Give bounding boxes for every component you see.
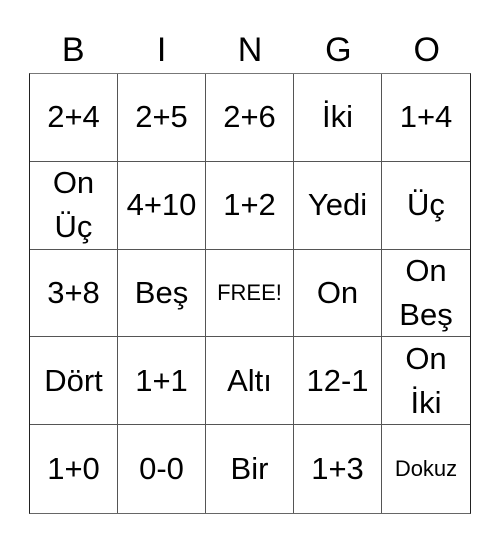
- cell-text: 2+4: [47, 99, 100, 135]
- bingo-cell: On: [294, 249, 382, 338]
- bingo-cell: On İki: [382, 337, 470, 426]
- cell-text: 12-1: [306, 362, 369, 398]
- bingo-cell: 1+1: [118, 337, 206, 426]
- bingo-cell: Dokuz: [382, 425, 470, 513]
- cell-text: Yedi: [307, 187, 368, 223]
- cell-text: On Beş: [399, 252, 453, 332]
- bingo-cell: Altı: [206, 337, 294, 426]
- cell-text: FREE!: [217, 280, 282, 306]
- cell-text: 1+0: [47, 451, 100, 487]
- bingo-cell: 1+2: [206, 161, 294, 250]
- cell-text: On İki: [405, 340, 447, 420]
- cell-text: Dört: [44, 362, 103, 398]
- cell-text: 1+3: [311, 451, 364, 487]
- bingo-cell: 2+6: [206, 74, 294, 162]
- bingo-cell: İki: [294, 74, 382, 162]
- cell-text: 0-0: [139, 451, 184, 487]
- cell-text: On Üç: [52, 165, 95, 245]
- bingo-cell: Beş: [118, 249, 206, 338]
- bingo-cell: Dört: [30, 337, 118, 426]
- bingo-cell: 2+5: [118, 74, 206, 162]
- bingo-grid: 2+4 2+5 2+6 İki 1+4 On Üç 4+10 1+2 Yedi …: [29, 73, 471, 514]
- bingo-cell: On Beş: [382, 250, 470, 338]
- bingo-cell: On Üç: [30, 161, 118, 250]
- cell-text: 1+1: [135, 362, 188, 398]
- bingo-cell: 3+8: [30, 249, 118, 338]
- cell-text: On: [316, 274, 359, 310]
- cell-text: 1+2: [223, 187, 276, 223]
- bingo-cell: 12-1: [294, 337, 382, 426]
- header-letter-i: I: [156, 31, 167, 69]
- bingo-cell: Bir: [206, 425, 294, 513]
- bingo-cell: 1+0: [30, 425, 118, 513]
- header-letter-o: O: [413, 31, 440, 69]
- bingo-cell: 0-0: [118, 425, 206, 513]
- bingo-cell: Yedi: [294, 161, 382, 250]
- bingo-header: B I N G O: [29, 30, 471, 70]
- bingo-cell: 4+10: [118, 161, 206, 250]
- cell-text: 2+5: [135, 99, 188, 135]
- cell-text: 1+4: [399, 99, 453, 135]
- cell-text: 2+6: [223, 99, 276, 135]
- free-space-cell: FREE!: [206, 249, 294, 338]
- cell-text: Üç: [407, 187, 445, 223]
- cell-text: Bir: [230, 451, 269, 487]
- cell-text: 4+10: [126, 187, 197, 223]
- bingo-cell: 1+3: [294, 425, 382, 513]
- header-letter-n: N: [237, 31, 263, 69]
- header-letter-g: G: [325, 31, 352, 69]
- cell-text: Altı: [227, 362, 272, 398]
- cell-text: İki: [322, 99, 353, 135]
- bingo-cell: 2+4: [30, 74, 118, 162]
- header-letter-b: B: [61, 31, 85, 69]
- bingo-cell: Üç: [382, 162, 470, 250]
- cell-text: Dokuz: [394, 456, 458, 482]
- cell-text: 3+8: [47, 274, 100, 310]
- bingo-cell: 1+4: [382, 74, 470, 162]
- cell-text: Beş: [134, 274, 189, 310]
